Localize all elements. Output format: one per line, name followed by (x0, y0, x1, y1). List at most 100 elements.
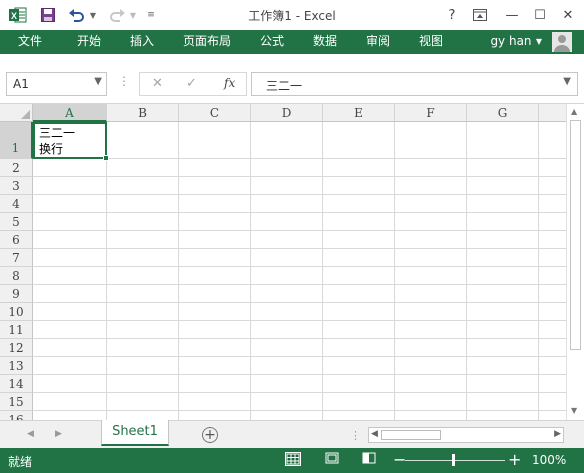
row-header[interactable]: 13 (0, 357, 33, 375)
gridline (33, 392, 573, 393)
zoom-slider[interactable] (405, 460, 505, 461)
column-header-e[interactable]: E (323, 104, 395, 122)
sheet-next-icon[interactable]: ▶ (55, 429, 62, 439)
user-name[interactable]: gy han (486, 30, 536, 54)
window-title: 工作簿1 - Excel (248, 9, 336, 23)
row-header[interactable]: 4 (0, 195, 33, 213)
avatar-icon[interactable] (552, 32, 572, 52)
enter-icon[interactable]: ✓ (186, 76, 197, 91)
resize-handle-icon[interactable]: ⋮ (118, 74, 130, 88)
column-header-d[interactable]: D (251, 104, 323, 122)
fill-handle[interactable] (103, 155, 109, 161)
vertical-scroll-thumb[interactable] (570, 120, 581, 350)
tab-data[interactable]: 数据 (303, 30, 347, 54)
gridline (33, 248, 573, 249)
zoom-level[interactable]: 100% (532, 453, 566, 467)
gridline (466, 122, 467, 420)
status-text: 就绪 (8, 455, 33, 469)
gridline (538, 122, 539, 420)
name-box[interactable]: A1 ▼ (6, 72, 107, 96)
active-cell-a1[interactable]: 三二一 换行 (33, 122, 109, 161)
row-header[interactable]: 10 (0, 303, 33, 321)
row-header[interactable]: 15 (0, 393, 33, 411)
sheet-tab-bar: ◀ ▶ Sheet1 + ⋮ ◀ ▶ (0, 420, 584, 448)
gridline (33, 176, 573, 177)
sheet-tab-sheet1[interactable]: Sheet1 (101, 420, 169, 446)
row-header[interactable]: 6 (0, 231, 33, 249)
row-header[interactable]: 3 (0, 177, 33, 195)
column-header-g[interactable]: G (467, 104, 539, 122)
column-header-h[interactable] (539, 104, 569, 122)
maximize-icon[interactable]: ☐ (529, 4, 551, 26)
formula-buttons: ✕ ✓ fx (139, 72, 247, 96)
restore-icon[interactable] (469, 4, 491, 26)
gridline (33, 302, 573, 303)
close-icon[interactable]: ✕ (557, 4, 579, 26)
chevron-down-icon[interactable]: ▼ (94, 76, 102, 87)
tab-insert[interactable]: 插入 (120, 30, 164, 54)
scroll-down-icon[interactable]: ▼ (571, 406, 577, 415)
gridline (33, 284, 573, 285)
sheet-prev-icon[interactable]: ◀ (27, 429, 34, 439)
row-header[interactable]: 14 (0, 375, 33, 393)
zoom-in-button[interactable]: + (508, 450, 521, 469)
formula-input[interactable]: 三二一 ▼ (251, 72, 578, 96)
scroll-up-icon[interactable]: ▲ (571, 107, 577, 116)
select-all-button[interactable] (0, 104, 33, 122)
tab-home[interactable]: 开始 (67, 30, 111, 54)
column-header-f[interactable]: F (395, 104, 467, 122)
status-bar: 就绪 − + 100% (0, 448, 584, 473)
expand-formula-icon[interactable]: ▼ (563, 76, 571, 87)
tab-review[interactable]: 审阅 (356, 30, 400, 54)
formula-bar: A1 ▼ ⋮ ✕ ✓ fx 三二一 ▼ (0, 54, 584, 104)
tab-page-layout[interactable]: 页面布局 (175, 30, 239, 54)
minimize-icon[interactable]: — (501, 4, 523, 26)
tab-file[interactable]: 文件 (0, 30, 60, 54)
fx-icon[interactable]: fx (224, 76, 235, 90)
gridline (33, 338, 573, 339)
resize-handle-icon[interactable]: ⋮ (350, 429, 361, 442)
formula-input-value: 三二一 (266, 79, 303, 93)
row-header[interactable]: 7 (0, 249, 33, 267)
normal-view-icon[interactable] (285, 452, 301, 466)
vertical-scrollbar[interactable]: ▲ ▼ (566, 104, 584, 420)
row-header[interactable]: 12 (0, 339, 33, 357)
tab-formulas[interactable]: 公式 (250, 30, 294, 54)
worksheet-grid[interactable]: A B C D E F G 1 2 3 4 5 6 7 8 9 10 11 12… (0, 104, 584, 420)
gridline (33, 266, 573, 267)
ribbon-tabs: 文件 开始 插入 页面布局 公式 数据 审阅 视图 gy han ▼ (0, 30, 584, 54)
row-header[interactable]: 9 (0, 285, 33, 303)
cancel-icon[interactable]: ✕ (152, 76, 163, 91)
gridline (106, 122, 107, 420)
horizontal-scroll-thumb[interactable] (381, 430, 441, 440)
column-header-b[interactable]: B (107, 104, 179, 122)
scroll-right-icon[interactable]: ▶ (554, 429, 561, 439)
user-dropdown-icon[interactable]: ▼ (533, 30, 545, 54)
name-box-value: A1 (13, 77, 29, 91)
row-header[interactable]: 2 (0, 159, 33, 177)
gridline (250, 122, 251, 420)
add-sheet-icon[interactable]: + (202, 427, 218, 443)
page-break-view-icon[interactable] (361, 452, 377, 466)
gridline (33, 374, 573, 375)
horizontal-scrollbar[interactable]: ◀ ▶ (368, 427, 564, 443)
help-icon[interactable]: ? (441, 4, 463, 26)
row-header[interactable]: 1 (0, 122, 33, 159)
gridline (394, 122, 395, 420)
gridline (33, 194, 573, 195)
gridline (33, 212, 573, 213)
tab-view[interactable]: 视图 (409, 30, 453, 54)
row-header[interactable]: 16 (0, 411, 33, 420)
gridline (322, 122, 323, 420)
zoom-slider-thumb[interactable] (452, 454, 455, 466)
scroll-left-icon[interactable]: ◀ (371, 429, 378, 439)
column-header-c[interactable]: C (179, 104, 251, 122)
page-layout-view-icon[interactable] (324, 452, 340, 466)
gridline (178, 122, 179, 420)
row-header[interactable]: 11 (0, 321, 33, 339)
gridline (33, 410, 573, 411)
gridline (33, 230, 573, 231)
column-header-a[interactable]: A (33, 104, 107, 122)
row-header[interactable]: 5 (0, 213, 33, 231)
row-header[interactable]: 8 (0, 267, 33, 285)
